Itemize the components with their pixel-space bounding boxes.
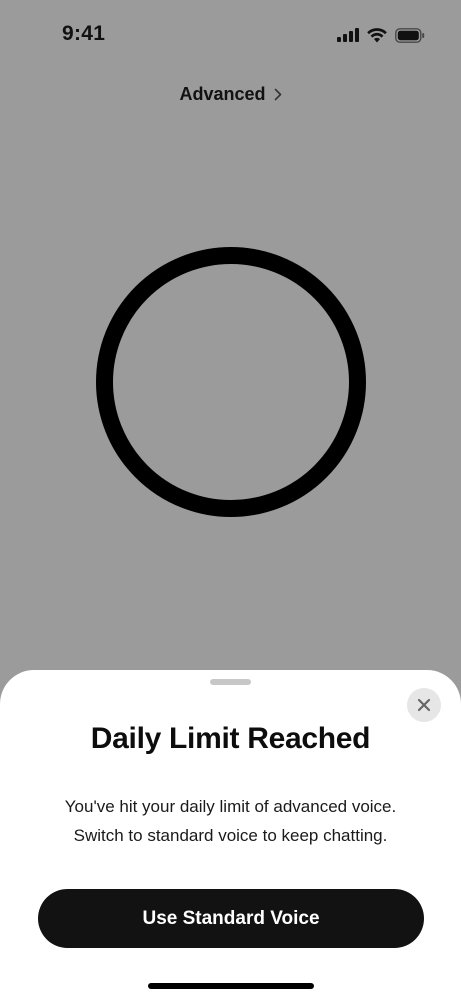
sheet-title: Daily Limit Reached [90,722,371,755]
mode-label: Advanced [179,83,266,104]
sheet-grabber[interactable] [210,679,251,685]
voice-orb [96,247,366,517]
voice-mode-screen: 9:41 Advanced Daily Limit Reached You've… [0,0,461,1000]
use-standard-voice-button[interactable]: Use Standard Voice [38,889,424,948]
close-icon [417,698,431,712]
wifi-icon [367,27,387,42]
status-icons [337,26,425,44]
cellular-signal-icon [337,28,359,42]
status-time: 9:41 [62,22,106,45]
advanced-mode-link[interactable]: Advanced [0,80,461,108]
sheet-message-line-1: You've hit your daily limit of advanced … [64,797,397,816]
home-indicator[interactable] [148,983,314,989]
sheet-message: You've hit your daily limit of advanced … [20,792,441,850]
battery-icon [395,27,425,43]
chevron-right-icon [274,88,281,100]
close-button[interactable] [407,688,441,722]
sheet-message-line-2: Switch to standard voice to keep chattin… [73,826,388,845]
status-bar: 9:41 [0,0,461,70]
limit-reached-sheet: Daily Limit Reached You've hit your dail… [0,670,461,1000]
